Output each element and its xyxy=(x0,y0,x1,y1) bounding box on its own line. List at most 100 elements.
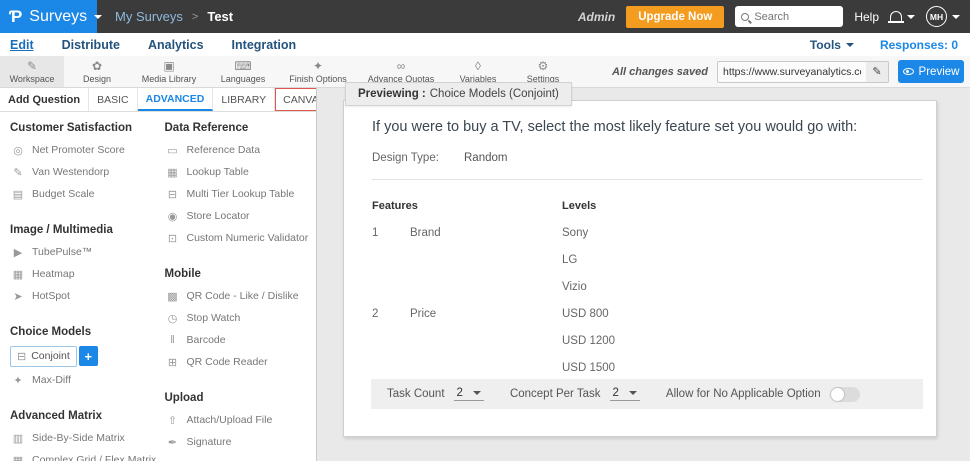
item-label: Custom Numeric Validator xyxy=(186,232,309,244)
question-type-hotspot[interactable]: ➤ HotSpot xyxy=(10,285,160,307)
level-value: USD 1500 xyxy=(562,361,616,374)
edit-url-pencil-icon[interactable]: ✎ xyxy=(866,61,888,82)
survey-url-field[interactable]: ✎ xyxy=(717,60,889,83)
toolbar-label: Finish Options xyxy=(289,73,347,84)
qr-code-reader-icon: ⊞ xyxy=(167,356,178,369)
design-type-row: Design Type: Random xyxy=(372,152,908,164)
no-applicable-option-toggle[interactable] xyxy=(829,386,860,402)
preview-card: If you were to buy a TV, select the most… xyxy=(343,100,937,437)
item-label: Max-Diff xyxy=(32,374,71,386)
chevron-down-icon[interactable] xyxy=(907,14,915,19)
tab-library[interactable]: LIBRARY xyxy=(213,88,276,111)
level-value: LG xyxy=(562,253,578,266)
tab-basic[interactable]: BASIC xyxy=(89,88,138,111)
add-conjoint-button[interactable]: + xyxy=(78,346,98,366)
question-type-barcode[interactable]: ‖ Barcode xyxy=(165,329,317,351)
task-count-dropdown[interactable]: 2 xyxy=(453,387,484,401)
table-row: USD 1200 xyxy=(372,327,922,354)
feature-number: 1 xyxy=(372,226,379,239)
reference-data-icon: ▭ xyxy=(167,144,178,157)
tab-canvas[interactable]: CANVAS xyxy=(275,88,316,111)
nav-analytics[interactable]: Analytics xyxy=(148,38,204,52)
table-row: 2 Price USD 800 xyxy=(372,300,922,327)
tools-menu[interactable]: Tools xyxy=(810,38,854,52)
question-type-net-promoter-score[interactable]: ◎ Net Promoter Score xyxy=(10,139,160,161)
item-label: TubePulse™ xyxy=(32,246,93,258)
save-status: All changes saved xyxy=(612,65,708,78)
search-box[interactable] xyxy=(735,6,844,27)
level-value: Sony xyxy=(562,226,589,239)
question-type-reference-data[interactable]: ▭ Reference Data xyxy=(165,139,317,161)
toolbar-workspace[interactable]: ✎ Workspace xyxy=(0,56,64,87)
question-type-budget-scale[interactable]: ▤ Budget Scale xyxy=(10,183,160,205)
chevron-down-icon xyxy=(845,42,854,47)
concept-per-task-dropdown[interactable]: 2 xyxy=(609,387,640,401)
concept-per-task-value: 2 xyxy=(612,387,619,399)
toolbar-media-library[interactable]: ▣ Media Library xyxy=(130,56,208,87)
section-customer-satisfaction: Customer Satisfaction xyxy=(10,122,133,134)
heatmap-icon: ▦ xyxy=(12,268,24,281)
store-locator-icon: ◉ xyxy=(167,210,178,223)
avatar[interactable]: MH xyxy=(926,6,947,27)
chevron-down-icon xyxy=(628,391,637,395)
task-count-label: Task Count xyxy=(387,388,445,400)
question-type-heatmap[interactable]: ▦ Heatmap xyxy=(10,263,160,285)
question-type-van-westendorp[interactable]: ✎ Van Westendorp xyxy=(10,161,160,183)
question-type-attach-upload-file[interactable]: ⇧ Attach/Upload File xyxy=(165,409,317,431)
surveys-product-menu[interactable]: Ƥ Surveys xyxy=(0,0,103,33)
question-type-qr-code-like-dislike[interactable]: ▩ QR Code - Like / Dislike xyxy=(165,285,317,307)
nav-distribute[interactable]: Distribute xyxy=(62,38,120,52)
item-label: Van Westendorp xyxy=(32,166,110,178)
section-data-reference: Data Reference xyxy=(164,122,249,134)
chevron-down-icon[interactable] xyxy=(952,14,960,19)
item-label: Signature xyxy=(186,436,232,448)
questionpro-logo: Ƥ xyxy=(9,7,23,26)
question-type-multi-tier-lookup-table[interactable]: ⊟ Multi Tier Lookup Table xyxy=(165,183,317,205)
settings-icon: ⚙ xyxy=(537,58,549,73)
divider xyxy=(372,179,922,180)
level-value: USD 1200 xyxy=(562,334,616,347)
survey-url-input[interactable] xyxy=(718,65,866,78)
upgrade-now-button[interactable]: Upgrade Now xyxy=(626,5,725,28)
question-type-tubepulse[interactable]: ▶ TubePulse™ xyxy=(10,241,160,263)
question-type-store-locator[interactable]: ◉ Store Locator xyxy=(165,205,317,227)
preview-button[interactable]: Preview xyxy=(898,60,964,83)
notifications-bell-icon[interactable] xyxy=(888,10,904,23)
toolbar-design[interactable]: ✿ Design xyxy=(64,56,130,87)
search-icon xyxy=(741,12,750,21)
breadcrumb-my-surveys[interactable]: My Surveys xyxy=(115,9,183,24)
tubepulse-icon: ▶ xyxy=(13,246,23,259)
section-mobile: Mobile xyxy=(164,268,201,280)
responses-count[interactable]: Responses: 0 xyxy=(880,38,958,52)
help-link[interactable]: Help xyxy=(854,10,879,24)
question-type-side-by-side-matrix[interactable]: ▥ Side-By-Side Matrix xyxy=(10,427,160,449)
workspace-icon: ✎ xyxy=(26,58,38,73)
toolbar-label: Design xyxy=(82,73,111,84)
question-type-lookup-table[interactable]: ▦ Lookup Table xyxy=(165,161,317,183)
question-type-conjoint[interactable]: ⊟ Conjoint xyxy=(10,345,77,367)
add-question-panel: Add Question BASIC ADVANCED LIBRARY CANV… xyxy=(0,88,317,461)
lookup-table-icon: ▦ xyxy=(167,166,178,179)
question-type-qr-code-reader[interactable]: ⊞ QR Code Reader xyxy=(165,351,317,373)
question-type-conjoint-row: ⊟ Conjoint + xyxy=(10,343,160,369)
item-label: Lookup Table xyxy=(186,166,249,178)
section-upload: Upload xyxy=(164,392,204,404)
conjoint-controls-bar: Task Count 2 Concept Per Task 2 Allow fo… xyxy=(371,379,923,409)
question-type-signature[interactable]: ✒ Signature xyxy=(165,431,317,453)
item-label: Side-By-Side Matrix xyxy=(32,432,125,444)
tab-advanced[interactable]: ADVANCED xyxy=(137,88,214,111)
nav-edit[interactable]: Edit xyxy=(10,38,34,52)
concept-per-task-label: Concept Per Task xyxy=(509,388,601,400)
question-type-complex-grid-flex-matrix[interactable]: ▦ Complex Grid / Flex Matrix xyxy=(10,449,160,461)
top-bar-right: Admin Upgrade Now Help MH xyxy=(578,5,970,28)
search-input[interactable] xyxy=(754,10,829,23)
attach-upload-file-icon: ⇧ xyxy=(167,414,178,427)
design-type-value: Random xyxy=(464,152,508,164)
chevron-down-icon xyxy=(94,14,103,19)
languages-icon: ⌨ xyxy=(234,58,252,73)
question-type-custom-numeric-validator[interactable]: ⊡ Custom Numeric Validator xyxy=(165,227,317,249)
toolbar-languages[interactable]: ⌨ Languages xyxy=(208,56,278,87)
nav-integration[interactable]: Integration xyxy=(232,38,297,52)
question-type-stop-watch[interactable]: ◷ Stop Watch xyxy=(165,307,317,329)
question-type-max-diff[interactable]: ✦ Max-Diff xyxy=(10,369,160,391)
